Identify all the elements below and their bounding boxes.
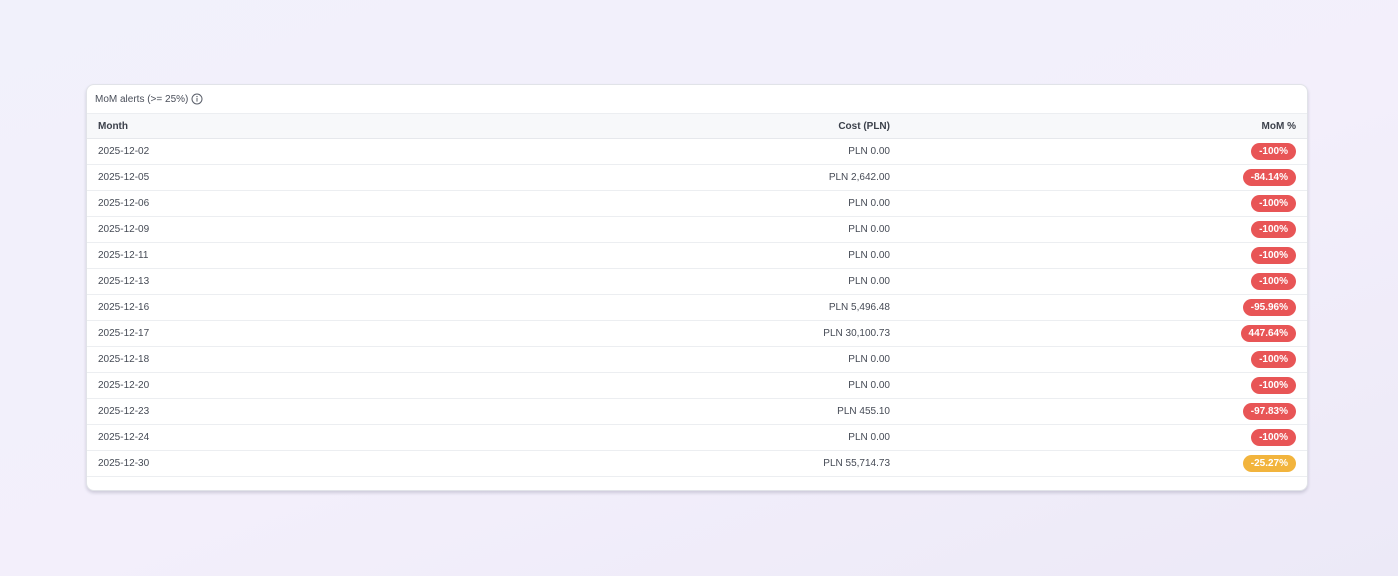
month-cell: 2025-12-02 bbox=[87, 138, 501, 165]
mom-cell: -100% bbox=[901, 138, 1307, 165]
cost-cell: PLN 0.00 bbox=[501, 138, 901, 165]
card-header: MoM alerts (>= 25%) bbox=[87, 85, 1307, 113]
cost-cell: PLN 0.00 bbox=[501, 216, 901, 243]
cost-cell: PLN 2,642.00 bbox=[501, 164, 901, 191]
month-cell: 2025-12-23 bbox=[87, 398, 501, 425]
mom-alerts-card: MoM alerts (>= 25%) Month Cost (PLN) MoM… bbox=[86, 84, 1308, 491]
mom-cell: -97.83% bbox=[901, 398, 1307, 425]
mom-cell: -84.14% bbox=[901, 164, 1307, 191]
cost-cell: PLN 0.00 bbox=[501, 346, 901, 373]
table-row[interactable]: 2025-12-20 PLN 0.00 -100% bbox=[87, 372, 1307, 399]
month-cell: 2025-12-18 bbox=[87, 346, 501, 373]
mom-cell: -100% bbox=[901, 268, 1307, 295]
mom-badge: -97.83% bbox=[1242, 403, 1296, 420]
month-cell: 2025-12-06 bbox=[87, 190, 501, 217]
month-cell: 2025-12-16 bbox=[87, 294, 501, 321]
mom-badge: -100% bbox=[1251, 351, 1296, 368]
table-row[interactable]: 2025-12-13 PLN 0.00 -100% bbox=[87, 268, 1307, 295]
cost-cell: PLN 0.00 bbox=[501, 424, 901, 451]
mom-badge: -100% bbox=[1251, 195, 1296, 212]
month-cell: 2025-12-20 bbox=[87, 372, 501, 399]
table-row[interactable]: 2025-12-11 PLN 0.00 -100% bbox=[87, 242, 1307, 269]
month-cell: 2025-12-09 bbox=[87, 216, 501, 243]
month-cell: 2025-12-17 bbox=[87, 320, 501, 347]
cost-cell: PLN 0.00 bbox=[501, 242, 901, 269]
card-title: MoM alerts (>= 25%) bbox=[95, 93, 189, 105]
column-header-month[interactable]: Month bbox=[87, 113, 501, 139]
table-row[interactable]: 2025-12-23 PLN 455.10 -97.83% bbox=[87, 398, 1307, 425]
mom-badge: -100% bbox=[1251, 377, 1296, 394]
table-row[interactable]: 2025-12-17 PLN 30,100.73 447.64% bbox=[87, 320, 1307, 347]
cost-cell: PLN 5,496.48 bbox=[501, 294, 901, 321]
mom-badge: -100% bbox=[1251, 247, 1296, 264]
mom-cell: -25.27% bbox=[901, 450, 1307, 477]
table-header: Month Cost (PLN) MoM % bbox=[87, 113, 1307, 139]
mom-badge: -25.27% bbox=[1242, 455, 1296, 472]
column-header-cost[interactable]: Cost (PLN) bbox=[501, 113, 901, 139]
cost-cell: PLN 0.00 bbox=[501, 190, 901, 217]
mom-badge: 447.64% bbox=[1240, 325, 1296, 342]
table-row[interactable]: 2025-12-09 PLN 0.00 -100% bbox=[87, 216, 1307, 243]
table-row[interactable]: 2025-12-24 PLN 0.00 -100% bbox=[87, 424, 1307, 451]
table-row[interactable]: 2025-12-18 PLN 0.00 -100% bbox=[87, 346, 1307, 373]
cost-cell: PLN 30,100.73 bbox=[501, 320, 901, 347]
table-row[interactable]: 2025-12-30 PLN 55,714.73 -25.27% bbox=[87, 450, 1307, 477]
cost-cell: PLN 455.10 bbox=[501, 398, 901, 425]
mom-cell: -95.96% bbox=[901, 294, 1307, 321]
cost-cell: PLN 0.00 bbox=[501, 268, 901, 295]
month-cell: 2025-12-30 bbox=[87, 450, 501, 477]
mom-cell: -100% bbox=[901, 424, 1307, 451]
month-cell: 2025-12-24 bbox=[87, 424, 501, 451]
table-row[interactable]: 2025-12-06 PLN 0.00 -100% bbox=[87, 190, 1307, 217]
mom-badge: -100% bbox=[1251, 143, 1296, 160]
mom-cell: -100% bbox=[901, 242, 1307, 269]
mom-badge: -100% bbox=[1251, 429, 1296, 446]
mom-alerts-table: Month Cost (PLN) MoM % 2025-12-02 PLN 0.0… bbox=[87, 113, 1307, 477]
mom-cell: -100% bbox=[901, 372, 1307, 399]
mom-cell: 447.64% bbox=[901, 320, 1307, 347]
table-row[interactable]: 2025-12-05 PLN 2,642.00 -84.14% bbox=[87, 164, 1307, 191]
month-cell: 2025-12-05 bbox=[87, 164, 501, 191]
cost-cell: PLN 0.00 bbox=[501, 372, 901, 399]
table-row[interactable]: 2025-12-02 PLN 0.00 -100% bbox=[87, 138, 1307, 165]
table-row[interactable]: 2025-12-16 PLN 5,496.48 -95.96% bbox=[87, 294, 1307, 321]
column-header-mom[interactable]: MoM % bbox=[901, 113, 1307, 139]
month-cell: 2025-12-13 bbox=[87, 268, 501, 295]
mom-badge: -95.96% bbox=[1242, 299, 1296, 316]
month-cell: 2025-12-11 bbox=[87, 242, 501, 269]
mom-cell: -100% bbox=[901, 216, 1307, 243]
cost-cell: PLN 55,714.73 bbox=[501, 450, 901, 477]
table-body: 2025-12-02 PLN 0.00 -100% 2025-12-05 PLN 2,6… bbox=[87, 138, 1307, 477]
mom-badge: -84.14% bbox=[1242, 169, 1296, 186]
mom-cell: -100% bbox=[901, 190, 1307, 217]
table-header-row: Month Cost (PLN) MoM % bbox=[87, 113, 1307, 139]
info-circle-icon[interactable] bbox=[191, 93, 203, 105]
mom-badge: -100% bbox=[1251, 273, 1296, 290]
mom-badge: -100% bbox=[1251, 221, 1296, 238]
mom-cell: -100% bbox=[901, 346, 1307, 373]
